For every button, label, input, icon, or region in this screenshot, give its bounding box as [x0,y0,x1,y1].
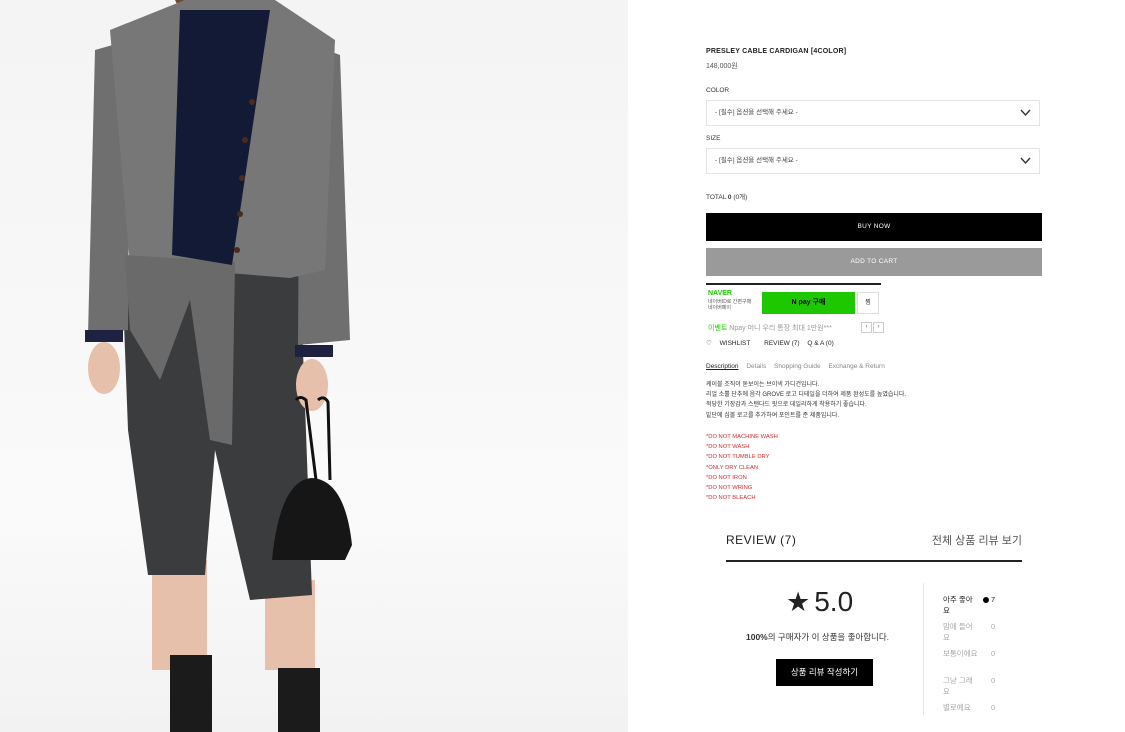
total-count: (0개) [733,194,748,201]
naver-logo: NAVER [708,290,732,297]
tab-exchange-return[interactable]: Exchange & Return [828,363,884,370]
product-description: 케이블 조직이 돋보이는 브이넥 가디건입니다. 리얼 소뿔 단추에 음각 GR… [706,380,906,421]
color-select[interactable]: - [필수] 옵션을 선택해 주세요 - [706,100,1040,126]
color-select-placeholder: - [필수] 옵션을 선택해 주세요 - [715,109,798,116]
care-instructions: *DO NOT MACHINE WASH *DO NOT WASH *DO NO… [706,432,778,503]
buy-now-button[interactable]: BUY NOW [706,213,1042,241]
rating-label: 보통이에요 [943,649,978,658]
rating-row: 그냥 그래요 0 [943,675,1003,702]
care-line: *DO NOT BLEACH [706,495,756,502]
wishlist-link[interactable]: ♡ WISHLIST [706,340,756,347]
size-option-label: SIZE [706,135,721,142]
next-arrow-icon[interactable]: › [873,322,884,333]
description-line: 적당한 기장감과 스탠다드 핏으로 데일리하게 착용하기 좋습니다. [706,402,867,409]
rating-row: 아주 좋아요 7 [943,594,1003,621]
color-option-label: COLOR [706,87,730,94]
rating-row: 보통이에요 0 [943,648,1003,675]
care-line: *DO NOT WRING [706,485,753,492]
description-line: 리얼 소뿔 단추에 음각 GROVE 로고 디테일을 더하여 제품 완성도를 높… [706,392,907,399]
product-photo [0,0,628,732]
naver-zzim-button[interactable]: 찜 [857,292,879,314]
care-line: *DO NOT MACHINE WASH [706,434,778,440]
event-pager: ‹ › [861,322,885,333]
description-line: 밑단에 심볼 로고를 추가하여 포인트를 준 제품입니다. [706,412,840,419]
rating-label: 그냥 그래요 [943,676,973,696]
add-to-cart-button[interactable]: ADD TO CART [706,248,1042,276]
review-title: REVIEW (7) [726,533,797,547]
size-select-placeholder: - [필수] 옵션을 선택해 주세요 - [715,157,798,164]
heart-icon: ♡ [706,340,712,347]
write-review-button[interactable]: 상품 리뷰 작성하기 [776,659,873,686]
description-line: 케이블 조직이 돋보이는 브이넥 가디건입니다. [706,382,820,388]
model-image [85,0,352,732]
percentage-text: 의 구매자가 이 상품을 좋아합니다. [767,632,890,642]
detail-tabs: Description Details Shopping Guide Excha… [706,363,891,370]
product-links: ♡ WISHLIST REVIEW (7) Q & A (0) [706,339,840,347]
rating-count: 0 [991,676,996,685]
wishlist-label: WISHLIST [719,340,751,347]
chevron-down-icon [1020,157,1031,165]
rating-dot-icon [983,597,989,603]
rating-count: 0 [991,649,996,658]
chevron-down-icon [1020,109,1031,117]
rating-count: 7 [991,595,996,604]
rating-row: 별로예요 0 [943,702,1003,729]
review-score: ★ 5.0 [786,586,853,618]
qa-link[interactable]: Q & A (0) [807,340,833,347]
event-prefix: 이벤트 [708,325,728,332]
naver-pay-event[interactable]: 이벤트 Npay 머니 우리 통장 최대 1만원*** [708,323,832,333]
view-all-reviews-link[interactable]: 전체 상품 리뷰 보기 [932,532,1022,548]
tab-details[interactable]: Details [746,363,766,370]
care-line: *DO NOT TUMBLE DRY [706,454,770,461]
product-price: 148,000원 [706,63,738,70]
naver-pay-widget: NAVER 네이버ID로 간편구매 네이버페이 N pay 구매 찜 [706,283,881,317]
tab-description[interactable]: Description [706,363,739,370]
rating-label: 별로예요 [943,703,971,712]
review-divider [923,583,924,715]
care-line: *DO NOT IRON [706,474,747,481]
rating-count: 0 [991,703,996,712]
naver-pay-sub: 네이버ID로 간편구매 네이버페이 [708,299,751,311]
review-header: REVIEW (7) 전체 상품 리뷰 보기 [726,531,1022,562]
prev-arrow-icon[interactable]: ‹ [861,322,872,333]
rating-count: 0 [991,622,996,631]
event-text: Npay 머니 우리 통장 최대 1만원*** [729,325,832,332]
naver-pay-sub-line2: 네이버페이 [708,305,732,311]
review-percentage: 100%의 구매자가 이 상품을 좋아합니다. [746,631,889,643]
product-title: PRESLEY CABLE CARDIGAN [4COLOR] [706,48,847,55]
naver-pay-button[interactable]: N pay 구매 [762,292,855,314]
rating-label: 맘에 들어요 [943,622,973,642]
total-amount: 0 [727,194,732,201]
score-value: 5.0 [814,586,854,617]
rating-label: 아주 좋아요 [943,595,973,615]
total-label: TOTAL [706,194,727,201]
total-price: TOTAL 0 (0개) [706,191,747,201]
rating-row: 맘에 들어요 0 [943,621,1003,648]
care-line: *DO NOT WASH [706,444,750,451]
rating-distribution: 아주 좋아요 7 맘에 들어요 0 보통이에요 0 그냥 그래요 0 별로예요 … [943,594,1003,729]
review-link[interactable]: REVIEW (7) [764,340,799,347]
star-icon: ★ [786,587,811,617]
care-line: *ONLY DRY CLEAN [706,464,759,471]
size-select[interactable]: - [필수] 옵션을 선택해 주세요 - [706,148,1040,174]
percentage-value: 100% [746,632,768,642]
tab-shopping-guide[interactable]: Shopping Guide [774,363,821,370]
